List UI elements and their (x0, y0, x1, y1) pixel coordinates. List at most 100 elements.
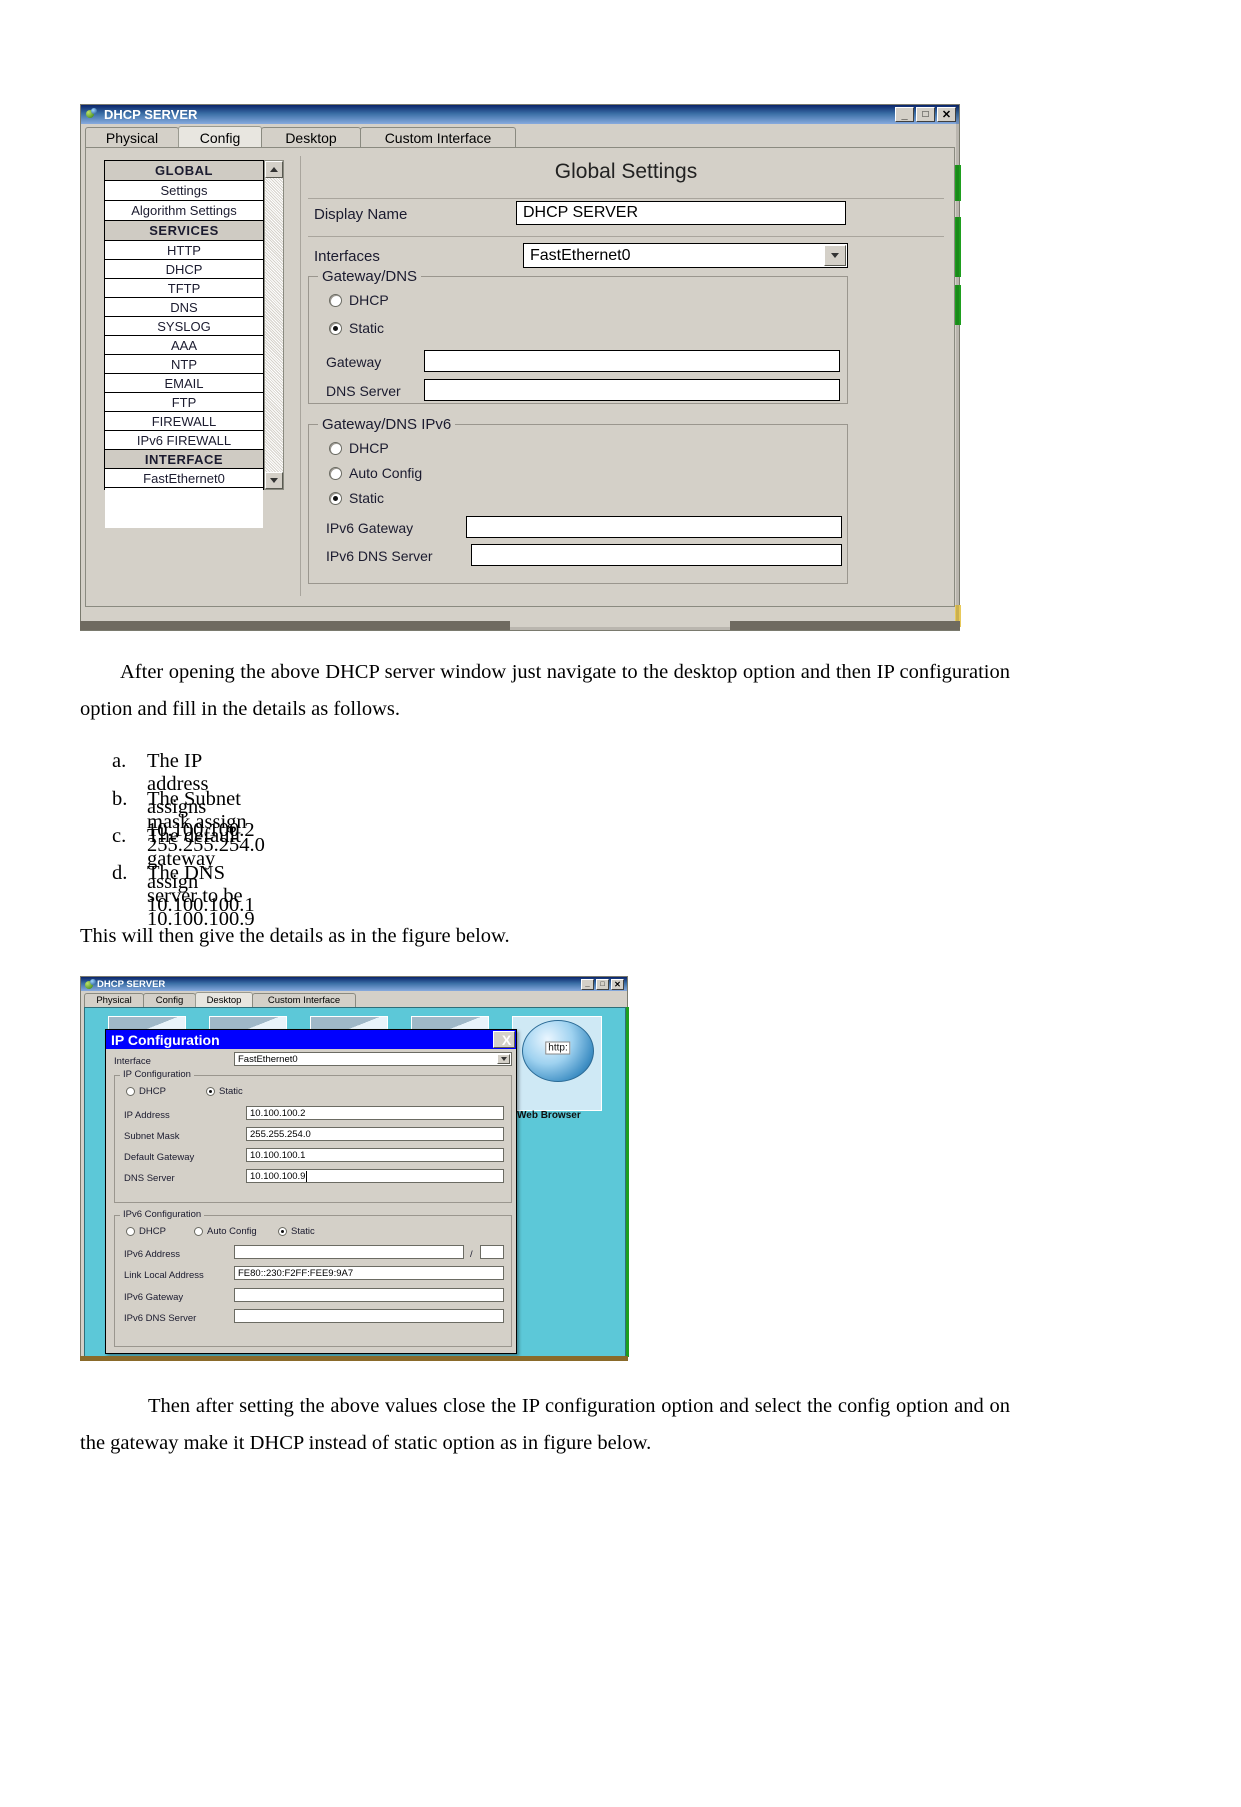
config-panel: GLOBAL Settings Algorithm Settings SERVI… (85, 147, 955, 607)
sidebar-item-settings[interactable]: Settings (105, 181, 263, 201)
maximize-button[interactable]: □ (916, 107, 935, 122)
close-button[interactable]: ✕ (937, 107, 956, 122)
ipv6-dns-server-input[interactable] (471, 544, 842, 566)
tab-physical[interactable]: Physical (85, 127, 179, 148)
subnet-mask-label: Subnet Mask (124, 1131, 180, 1142)
interfaces-dropdown-button[interactable] (824, 245, 846, 266)
sidebar-item-dns[interactable]: DNS (105, 298, 263, 317)
ipv6-gateway-input[interactable] (466, 516, 842, 538)
ipv6-address-input[interactable] (234, 1245, 464, 1259)
ipv6-config-legend: IPv6 Configuration (120, 1209, 205, 1220)
ip-config-radio-dhcp[interactable]: DHCP (126, 1086, 166, 1097)
sidebar-item-firewall[interactable]: FIREWALL (105, 412, 263, 431)
panel-divider (300, 156, 301, 596)
gateway-dns-ipv6-radio-auto-config[interactable]: Auto Config (329, 465, 422, 481)
gateway-dns-radio-static[interactable]: Static (329, 320, 384, 336)
sidebar-item-fastethernet0[interactable]: FastEthernet0 (105, 469, 263, 488)
dialog-close-button[interactable]: X (493, 1031, 515, 1048)
web-browser-icon[interactable]: http: (522, 1020, 594, 1082)
dns-server-input[interactable] (424, 379, 840, 401)
dns-server-label: DNS Server (326, 383, 401, 399)
ip-configuration-dialog: IP Configuration X Interface FastEtherne… (105, 1029, 517, 1354)
gateway-input[interactable] (424, 350, 840, 372)
packet-tracer-icon (84, 979, 96, 989)
display-name-input[interactable]: DHCP SERVER (516, 201, 846, 225)
ipv6-prefix-input[interactable] (480, 1245, 504, 1259)
paragraph-1: After opening the above DHCP server wind… (80, 661, 1010, 720)
default-gateway-input[interactable]: 10.100.100.1 (246, 1148, 504, 1162)
ipv6-gateway-label: IPv6 Gateway (326, 520, 414, 536)
sidebar-item-ftp[interactable]: FTP (105, 393, 263, 412)
tab-custom-interface[interactable]: Custom Interface (252, 993, 356, 1007)
chevron-up-icon (270, 167, 278, 172)
panel-title: Global Settings (554, 160, 698, 183)
sidebar-header-interface: INTERFACE (105, 450, 263, 469)
interfaces-value: FastEthernet0 (530, 246, 631, 264)
radio-indicator (194, 1227, 203, 1236)
sidebar-item-http[interactable]: HTTP (105, 241, 263, 260)
radio-indicator (206, 1087, 215, 1096)
ipv6-config-radio-dhcp[interactable]: DHCP (126, 1226, 166, 1237)
gateway-dns-radio-dhcp[interactable]: DHCP (329, 292, 389, 308)
list-marker: b. (112, 788, 128, 810)
gateway-dns-ipv6-radio-static[interactable]: Static (329, 490, 384, 506)
sidebar-item-email[interactable]: EMAIL (105, 374, 263, 393)
radio-indicator (329, 491, 342, 505)
ipv6-config-radio-static[interactable]: Static (278, 1226, 315, 1237)
link-local-address-input[interactable]: FE80::230:F2FF:FEE9:9A7 (234, 1266, 504, 1280)
sidebar-header-global: GLOBAL (105, 161, 263, 181)
close-button[interactable]: ✕ (611, 978, 624, 990)
ip-address-label: IP Address (124, 1110, 170, 1121)
subnet-mask-input[interactable]: 255.255.254.0 (246, 1127, 504, 1141)
ip-config-legend: IP Configuration (120, 1069, 194, 1080)
sidebar-item-tftp[interactable]: TFTP (105, 279, 263, 298)
config-sidebar[interactable]: GLOBAL Settings Algorithm Settings SERVI… (104, 160, 264, 528)
radio-label: Static (219, 1086, 243, 1097)
window-controls: _ □ ✕ (581, 978, 627, 990)
window-edge-strip (626, 1007, 629, 1357)
paragraph-2: This will then give the details as in th… (80, 925, 510, 947)
sidebar-header-services: SERVICES (105, 221, 263, 241)
radio-label: DHCP (349, 440, 389, 456)
tab-config[interactable]: Config (178, 126, 262, 148)
ip-address-input[interactable]: 10.100.100.2 (246, 1106, 504, 1120)
ipv6-config-radio-auto-config[interactable]: Auto Config (194, 1226, 257, 1237)
sidebar-item-ntp[interactable]: NTP (105, 355, 263, 374)
interface-value: FastEthernet0 (238, 1053, 298, 1065)
minimize-button[interactable]: _ (895, 107, 914, 122)
text-caret (306, 1170, 308, 1182)
tab-config[interactable]: Config (143, 993, 196, 1007)
ip-config-radio-static[interactable]: Static (206, 1086, 243, 1097)
sidebar-item-algorithm-settings[interactable]: Algorithm Settings (105, 201, 263, 221)
interface-dropdown-button[interactable] (497, 1054, 510, 1064)
tab-physical[interactable]: Physical (84, 993, 144, 1007)
ipv6-prefix-separator: / (470, 1249, 473, 1260)
sidebar-item-dhcp[interactable]: DHCP (105, 260, 263, 279)
status-strip-2 (955, 217, 961, 277)
ipv6-dns-server-input[interactable] (234, 1309, 504, 1323)
dns-server-input[interactable]: 10.100.100.9 (246, 1169, 504, 1183)
sidebar-item-aaa[interactable]: AAA (105, 336, 263, 355)
scroll-down-button[interactable] (265, 472, 283, 489)
ipv6-gateway-input[interactable] (234, 1288, 504, 1302)
scroll-up-button[interactable] (265, 161, 283, 178)
maximize-button[interactable]: □ (596, 978, 609, 990)
sidebar-scrollbar[interactable] (264, 160, 284, 490)
link-local-address-label: Link Local Address (124, 1270, 204, 1281)
dialog-titlebar: IP Configuration X (106, 1030, 516, 1049)
sidebar-item-syslog[interactable]: SYSLOG (105, 317, 263, 336)
tab-desktop[interactable]: Desktop (261, 127, 361, 148)
gateway-dns-ipv6-radio-dhcp[interactable]: DHCP (329, 440, 389, 456)
window-titlebar: DHCP SERVER _ □ ✕ (81, 105, 959, 124)
tab-custom-interface[interactable]: Custom Interface (360, 127, 516, 148)
radio-indicator (329, 441, 342, 455)
minimize-button[interactable]: _ (581, 978, 594, 990)
interface-select[interactable]: FastEthernet0 (234, 1052, 512, 1066)
sidebar-item-ipv6-firewall[interactable]: IPv6 FIREWALL (105, 431, 263, 450)
tab-desktop[interactable]: Desktop (195, 992, 253, 1007)
window-title: DHCP SERVER (104, 107, 198, 122)
list-marker: c. (112, 825, 127, 847)
http-label: http: (545, 1041, 571, 1055)
radio-label: Static (349, 320, 385, 336)
interfaces-select[interactable]: FastEthernet0 (523, 243, 848, 268)
